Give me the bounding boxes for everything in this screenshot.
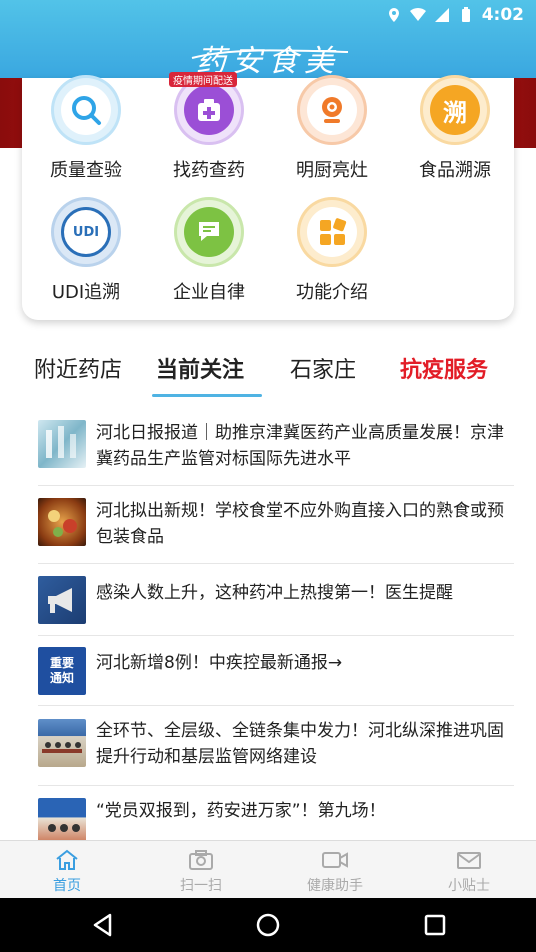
- status-bar: 4:02: [0, 0, 536, 30]
- news-item[interactable]: 感染人数上升，这种药冲上热搜第一！医生提醒: [38, 564, 514, 636]
- news-thumbnail: [38, 719, 86, 767]
- function-label: 质量查验: [50, 160, 122, 181]
- wifi-icon: [409, 7, 426, 22]
- camera-icon: [322, 97, 342, 123]
- chat-icon: [199, 222, 219, 241]
- tab-nearby-pharmacy[interactable]: 附近药店: [34, 352, 122, 384]
- home-circle-icon[interactable]: [253, 910, 283, 940]
- location-icon: [388, 8, 399, 22]
- tab-shijiazhuang[interactable]: 石家庄: [290, 352, 356, 384]
- function-label: 找药查药: [173, 160, 245, 181]
- system-nav-bar: [0, 898, 536, 952]
- back-icon[interactable]: [88, 910, 118, 940]
- bottom-nav: 首页 扫一扫 健康助手 小贴士: [0, 840, 536, 898]
- news-item[interactable]: 河北拟出新规！学校食堂不应外购直接入口的熟食或预包装食品: [38, 486, 514, 564]
- meeting-image-icon: [42, 742, 82, 753]
- nav-tips[interactable]: 小贴士: [402, 847, 536, 895]
- news-item[interactable]: 全环节、全层级、全链条集中发力！河北纵深推进巩固提升行动和基层监管网络建设: [38, 706, 514, 786]
- camera-scan-icon: [189, 850, 213, 870]
- app-screen: 4:02 药安食美 质量查验 疫情期间配送 找药查药 明厨亮灶 溯 食品溯源 U…: [0, 0, 536, 952]
- battery-icon: [461, 7, 470, 22]
- lab-image-icon: [46, 426, 76, 458]
- function-self-discipline[interactable]: 企业自律: [149, 200, 269, 304]
- mail-icon: [457, 852, 481, 869]
- news-thumbnail: [38, 420, 86, 468]
- recents-icon[interactable]: [420, 910, 450, 940]
- function-card: 质量查验 疫情期间配送 找药查药 明厨亮灶 溯 食品溯源 UDI UDI追溯 企…: [22, 72, 515, 320]
- news-item[interactable]: 河北日报报道｜助推京津冀医药产业高质量发展！京津冀药品生产监管对标国际先进水平: [38, 408, 514, 486]
- status-time: 4:02: [481, 5, 524, 25]
- function-label: 功能介绍: [296, 282, 368, 303]
- delivery-badge: 疫情期间配送: [169, 72, 237, 87]
- notice-thumb-text: 重要: [49, 656, 74, 670]
- nav-label: 扫一扫: [180, 878, 222, 894]
- function-intro[interactable]: 功能介绍: [272, 200, 392, 304]
- active-tab-indicator: [152, 394, 262, 397]
- video-icon: [322, 852, 348, 868]
- megaphone-icon: [48, 588, 72, 613]
- news-thumbnail: [38, 576, 86, 624]
- function-udi-trace[interactable]: UDI UDI追溯: [26, 200, 146, 304]
- nav-scan[interactable]: 扫一扫: [134, 847, 268, 895]
- function-food-trace[interactable]: 溯 食品溯源: [395, 78, 515, 182]
- function-open-kitchen[interactable]: 明厨亮灶: [272, 78, 392, 182]
- news-item[interactable]: 重要 通知 河北新增8例！中疾控最新通报→: [38, 636, 514, 706]
- tab-epidemic-service[interactable]: 抗疫服务: [400, 352, 488, 384]
- food-image-icon: [48, 510, 77, 537]
- news-thumbnail: [38, 498, 86, 546]
- home-icon: [56, 849, 78, 870]
- news-list: 河北日报报道｜助推京津冀医药产业高质量发展！京津冀药品生产监管对标国际先进水平 …: [38, 408, 514, 846]
- nav-label: 小贴士: [448, 878, 490, 894]
- notice-thumbnail: 重要 通知: [38, 647, 86, 695]
- tab-current-focus[interactable]: 当前关注: [156, 352, 244, 384]
- app-header: 4:02 药安食美: [0, 0, 536, 79]
- nav-label: 首页: [53, 878, 81, 894]
- news-thumbnail: [38, 798, 86, 846]
- function-label: 食品溯源: [419, 160, 491, 181]
- function-label: UDI追溯: [51, 282, 121, 303]
- category-tabs: 附近药店 当前关注 石家庄 抗疫服务: [0, 352, 536, 402]
- nav-label: 健康助手: [307, 878, 363, 894]
- function-label: 明厨亮灶: [296, 160, 368, 181]
- news-title: 全环节、全层级、全链条集中发力！河北纵深推进巩固提升行动和基层监管网络建设: [96, 721, 504, 767]
- news-title: 河北新增8例！中疾控最新通报→: [96, 653, 343, 673]
- grid-icon: [320, 218, 347, 245]
- notice-thumb-text: 通知: [49, 671, 74, 685]
- app-logo: 药安食美: [196, 44, 340, 79]
- signal-icon: [434, 8, 449, 22]
- udi-icon: UDI: [72, 224, 100, 240]
- news-item[interactable]: “党员双报到，药安进万家”！第九场！: [38, 786, 514, 846]
- news-title: “党员双报到，药安进万家”！第九场！: [96, 801, 386, 821]
- event-image-icon: [48, 824, 80, 832]
- medicine-box-icon: [198, 99, 220, 121]
- function-quality-check[interactable]: 质量查验: [26, 78, 146, 182]
- function-find-medicine[interactable]: 疫情期间配送 找药查药: [149, 72, 269, 182]
- function-label: 企业自律: [173, 282, 245, 303]
- search-icon: [72, 96, 101, 125]
- nav-health-assistant[interactable]: 健康助手: [268, 847, 402, 895]
- news-title: 感染人数上升，这种药冲上热搜第一！医生提醒: [96, 583, 453, 603]
- trace-icon: 溯: [443, 98, 467, 127]
- nav-home[interactable]: 首页: [0, 847, 134, 895]
- news-title: 河北日报报道｜助推京津冀医药产业高质量发展！京津冀药品生产监管对标国际先进水平: [96, 423, 504, 469]
- news-title: 河北拟出新规！学校食堂不应外购直接入口的熟食或预包装食品: [96, 501, 504, 547]
